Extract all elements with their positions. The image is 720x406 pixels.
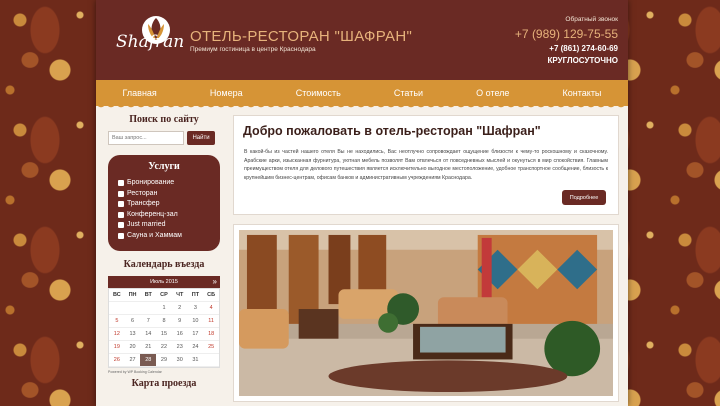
- service-item-transfer[interactable]: Трансфер: [118, 199, 210, 210]
- calendar-day[interactable]: 8: [156, 315, 172, 328]
- calendar-day[interactable]: 3: [187, 302, 204, 315]
- calendar-day[interactable]: 4: [203, 302, 219, 315]
- calendar-credit[interactable]: Powered by WP Booking Calendar: [108, 370, 220, 374]
- calendar-day[interactable]: 17: [187, 328, 204, 341]
- people-icon: [118, 211, 124, 218]
- service-item-sauna[interactable]: Сауна и Хаммам: [118, 231, 210, 242]
- calendar-day[interactable]: 9: [171, 315, 188, 328]
- calendar-day[interactable]: 12: [109, 328, 125, 341]
- calendar-day[interactable]: 2: [171, 302, 188, 315]
- flame-icon: [118, 232, 124, 239]
- calendar-day[interactable]: 20: [124, 341, 141, 354]
- phone-second[interactable]: +7 (861) 274-60-69: [549, 44, 618, 53]
- calendar-day[interactable]: 18: [203, 328, 219, 341]
- nav-item-articles[interactable]: Статьи: [394, 88, 423, 98]
- car-icon: [118, 201, 124, 208]
- calendar-day[interactable]: 26: [109, 354, 125, 367]
- service-label: Бронирование: [127, 179, 175, 186]
- nav-item-contacts[interactable]: Контакты: [563, 88, 602, 98]
- calendar-empty-cell: [140, 302, 157, 315]
- services-list: Бронирование Ресторан Трансфер Конференц…: [118, 178, 210, 241]
- callback-link[interactable]: Обратный звонок: [565, 16, 618, 23]
- welcome-text: В какой-бы из частей нашего отеля Вы не …: [244, 149, 608, 181]
- calendar-weekday: ПТ: [187, 289, 204, 302]
- search-form: Найти: [108, 131, 220, 145]
- hours-label: КРУГЛОСУТОЧНО: [547, 56, 618, 65]
- welcome-heading: Добро пожаловать в отель-ресторан "Шафра…: [243, 124, 541, 138]
- calendar-day[interactable]: 29: [156, 354, 172, 367]
- search-title: Поиск по сайту: [129, 114, 199, 125]
- calendar-day[interactable]: 14: [140, 328, 157, 341]
- calendar-day[interactable]: 25: [203, 341, 219, 354]
- calendar-month: Июль 2015: [150, 279, 178, 285]
- calendar-weekday: ВТ: [140, 289, 157, 302]
- calendar-day[interactable]: 11: [203, 315, 219, 328]
- calendar-weekday: ПН: [124, 289, 141, 302]
- calendar-day[interactable]: 13: [124, 328, 141, 341]
- calendar-empty-cell: [203, 354, 219, 367]
- booking-calendar: Июль 2015 » ВС ПН ВТ СР ЧТ ПТ СБ 1 2 3 4 5 6 7 8 9 10 11 1…: [108, 276, 220, 374]
- sidebar: Поиск по сайту Найти Услуги Бронирование…: [108, 114, 220, 389]
- calendar-weekday: СР: [156, 289, 172, 302]
- search-button[interactable]: Найти: [187, 131, 215, 145]
- site-header: Shafran ОТЕЛЬ-РЕСТОРАН "ШАФРАН" Премиум …: [96, 0, 628, 80]
- calendar-weekday: СБ: [203, 289, 219, 302]
- services-title: Услуги: [148, 161, 180, 172]
- service-label: Сауна и Хаммам: [127, 231, 182, 239]
- calendar-day[interactable]: 1: [156, 302, 172, 315]
- service-label: Конференц-зал: [127, 210, 178, 218]
- service-item-married[interactable]: Just married: [118, 220, 210, 231]
- service-item-conference[interactable]: Конференц-зал: [118, 210, 210, 221]
- welcome-block: Добро пожаловать в отель-ресторан "Шафра…: [233, 115, 619, 215]
- more-button[interactable]: Подробнее: [562, 190, 606, 205]
- calendar-day[interactable]: 16: [171, 328, 188, 341]
- service-item-booking[interactable]: Бронирование: [118, 178, 210, 189]
- calendar-weekday: ЧТ: [171, 289, 188, 302]
- calendar-grid: ВС ПН ВТ СР ЧТ ПТ СБ 1 2 3 4 5 6 7 8 9 10 11 12 13 14 15 16 17 1…: [108, 288, 220, 368]
- calendar-empty-cell: [109, 302, 125, 315]
- calendar-empty-cell: [124, 302, 141, 315]
- nav-item-prices[interactable]: Стоимость: [296, 88, 341, 98]
- calendar-day[interactable]: 7: [140, 315, 157, 328]
- calendar-day[interactable]: 23: [171, 341, 188, 354]
- calendar-day[interactable]: 6: [124, 315, 141, 328]
- logo-wordmark: Shafran: [116, 32, 185, 52]
- lobby-photo-frame: [233, 224, 619, 402]
- calendar-header: Июль 2015 »: [108, 276, 220, 288]
- page-container: Shafran ОТЕЛЬ-РЕСТОРАН "ШАФРАН" Премиум …: [96, 0, 628, 406]
- nav-item-home[interactable]: Главная: [123, 88, 157, 98]
- nav-item-about[interactable]: О отеле: [476, 88, 509, 98]
- site-title: ОТЕЛЬ-РЕСТОРАН "ШАФРАН": [190, 28, 413, 45]
- search-input[interactable]: [108, 131, 184, 145]
- service-label: Трансфер: [127, 200, 160, 207]
- calendar-day[interactable]: 19: [109, 341, 125, 354]
- restaurant-icon: [118, 190, 124, 197]
- calendar-day[interactable]: 22: [156, 341, 172, 354]
- service-label: Just married: [127, 221, 166, 228]
- calendar-day[interactable]: 31: [187, 354, 204, 367]
- calendar-icon: [118, 180, 124, 187]
- nav-item-rooms[interactable]: Номера: [210, 88, 243, 98]
- calendar-day[interactable]: 21: [140, 341, 157, 354]
- calendar-day[interactable]: 10: [187, 315, 204, 328]
- calendar-day[interactable]: 28: [140, 354, 157, 367]
- service-label: Ресторан: [127, 189, 158, 197]
- nav-scalloped-edge: [96, 103, 628, 109]
- calendar-weekday: ВС: [109, 289, 125, 302]
- phone-main[interactable]: +7 (989) 129-75-55: [515, 27, 618, 41]
- site-subtitle: Премиум гостиница в центре Краснодара: [190, 46, 316, 53]
- calendar-day[interactable]: 15: [156, 328, 172, 341]
- calendar-title: Календарь въезда: [123, 259, 205, 270]
- calendar-day[interactable]: 27: [124, 354, 141, 367]
- calendar-day[interactable]: 30: [171, 354, 188, 367]
- calendar-day[interactable]: 24: [187, 341, 204, 354]
- lobby-photo: [239, 230, 613, 396]
- calendar-day[interactable]: 5: [109, 315, 125, 328]
- service-item-restaurant[interactable]: Ресторан: [118, 189, 210, 200]
- services-panel: Услуги Бронирование Ресторан Трансфер Ко…: [108, 155, 220, 251]
- calendar-next-icon[interactable]: »: [213, 276, 217, 288]
- map-title: Карта проезда: [131, 378, 197, 389]
- heart-icon: [118, 222, 124, 229]
